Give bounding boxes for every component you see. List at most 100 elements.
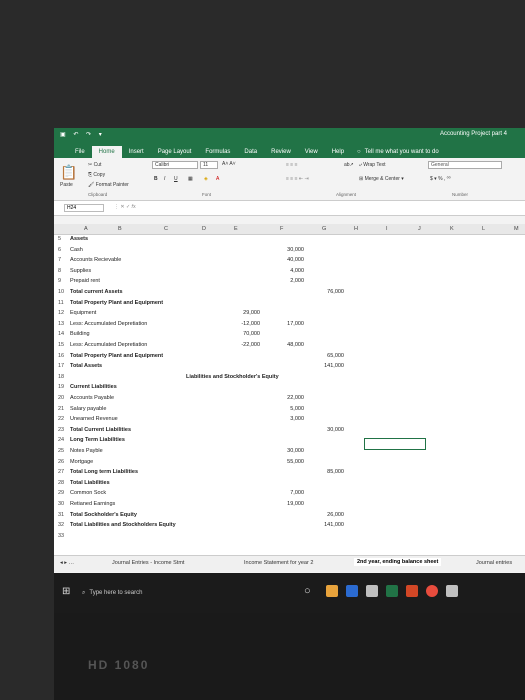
selected-cell-h24[interactable] xyxy=(364,438,426,450)
row-label[interactable]: Cash xyxy=(70,247,83,253)
format-painter-button[interactable]: 🖌 Format Painter xyxy=(88,182,129,188)
row-number[interactable]: 18 xyxy=(58,374,70,380)
row-label[interactable]: Total Long term Liabilities xyxy=(70,469,138,475)
cell-value-f[interactable]: 22,000 xyxy=(276,395,304,401)
font-grow-icon[interactable]: A˄ A˅ xyxy=(222,161,236,167)
column-header[interactable]: I xyxy=(386,226,388,232)
row-number[interactable]: 27 xyxy=(58,469,70,475)
row-number[interactable]: 12 xyxy=(58,310,70,316)
mail-icon[interactable] xyxy=(366,585,378,597)
underline-button[interactable]: U xyxy=(174,176,178,182)
cell-value-g[interactable]: 141,000 xyxy=(316,363,344,369)
tab-file[interactable]: File xyxy=(68,146,92,158)
row-label[interactable]: Prepaid rent xyxy=(70,278,100,284)
row-number[interactable]: 20 xyxy=(58,395,70,401)
cell-value-g[interactable]: 85,000 xyxy=(316,469,344,475)
cell-value-f[interactable]: 55,000 xyxy=(276,459,304,465)
row-label[interactable]: Total Current Liabilities xyxy=(70,427,131,433)
chrome-icon[interactable] xyxy=(426,585,438,597)
taskbar-search[interactable]: ⌕ Type here to search xyxy=(82,585,242,601)
column-header[interactable]: G xyxy=(322,226,326,232)
section-heading[interactable]: Liabilities and Stockholder's Equity xyxy=(186,374,279,380)
tab-insert[interactable]: Insert xyxy=(122,146,151,158)
row-label[interactable]: Assets xyxy=(70,236,88,242)
row-label[interactable]: Common Sock xyxy=(70,490,106,496)
row-label[interactable]: Retianed Earnings xyxy=(70,501,115,507)
row-number[interactable]: 19 xyxy=(58,384,70,390)
sheet-tab-journal-income[interactable]: Journal Entries - Income Stmt xyxy=(112,560,184,566)
italic-button[interactable]: I xyxy=(164,176,165,182)
fill-color-icon[interactable]: ◈ xyxy=(204,176,208,182)
tab-formulas[interactable]: Formulas xyxy=(198,146,237,158)
row-number[interactable]: 26 xyxy=(58,459,70,465)
tab-home[interactable]: Home xyxy=(91,146,122,158)
column-header[interactable]: F xyxy=(280,226,283,232)
row-label[interactable]: Total current Assets xyxy=(70,289,123,295)
row-number[interactable]: 13 xyxy=(58,321,70,327)
row-number[interactable]: 14 xyxy=(58,331,70,337)
row-label[interactable]: Unearned Revenue xyxy=(70,416,118,422)
column-header[interactable]: A xyxy=(84,226,88,232)
cell-value-f[interactable]: 19,000 xyxy=(276,501,304,507)
currency-icon[interactable]: $ ▾ % , ⁰⁰ xyxy=(430,176,451,182)
cell-value-f[interactable]: 4,000 xyxy=(276,268,304,274)
row-label[interactable]: Equipment xyxy=(70,310,96,316)
row-number[interactable]: 22 xyxy=(58,416,70,422)
row-label[interactable]: Supplies xyxy=(70,268,91,274)
row-number[interactable]: 30 xyxy=(58,501,70,507)
cell-value-e[interactable]: 70,000 xyxy=(232,331,260,337)
column-header[interactable]: M xyxy=(514,226,519,232)
quick-access-icons[interactable]: ▣ ↶ ↷ ▾ xyxy=(60,131,105,138)
row-label[interactable]: Long Term Liabilities xyxy=(70,437,125,443)
row-number[interactable]: 31 xyxy=(58,512,70,518)
cell-value-f[interactable]: 7,000 xyxy=(276,490,304,496)
merge-center-button[interactable]: ⊞ Merge & Center ▾ xyxy=(359,176,404,182)
row-label[interactable]: Total Sockholder's Equity xyxy=(70,512,137,518)
column-header[interactable]: C xyxy=(164,226,168,232)
cell-value-f[interactable]: 30,000 xyxy=(276,448,304,454)
paste-icon[interactable]: 📋 xyxy=(60,164,77,181)
tab-view[interactable]: View xyxy=(298,146,325,158)
row-number[interactable]: 24 xyxy=(58,437,70,443)
cell-value-f[interactable]: 2,000 xyxy=(276,278,304,284)
row-number[interactable]: 17 xyxy=(58,363,70,369)
row-number[interactable]: 15 xyxy=(58,342,70,348)
row-number[interactable]: 25 xyxy=(58,448,70,454)
sheet-tab-income-statement[interactable]: Income Statement for year 2 xyxy=(244,560,313,566)
tab-data[interactable]: Data xyxy=(237,146,264,158)
row-number[interactable]: 5 xyxy=(58,236,70,242)
cell-value-f[interactable]: 3,000 xyxy=(276,416,304,422)
orientation-icon[interactable]: ab↗ xyxy=(344,162,354,168)
row-number[interactable]: 6 xyxy=(58,247,70,253)
formula-buttons-icon[interactable]: ⋮ ✕ ✓ 𝑓x xyxy=(114,204,136,210)
cell-value-g[interactable]: 26,000 xyxy=(316,512,344,518)
cell-value-f[interactable]: 40,000 xyxy=(276,257,304,263)
font-name-select[interactable]: Calibri xyxy=(152,161,198,169)
cell-value-e[interactable]: 29,000 xyxy=(232,310,260,316)
column-header[interactable]: L xyxy=(482,226,485,232)
row-label[interactable]: Accounts Payable xyxy=(70,395,114,401)
row-number[interactable]: 33 xyxy=(58,533,70,539)
column-header[interactable]: B xyxy=(118,226,122,232)
row-number[interactable]: 9 xyxy=(58,278,70,284)
excel-icon[interactable] xyxy=(386,585,398,597)
copy-button[interactable]: ⎘ Copy xyxy=(88,172,105,178)
row-number[interactable]: 16 xyxy=(58,353,70,359)
cell-value-g[interactable]: 65,000 xyxy=(316,353,344,359)
cortana-icon[interactable]: ○ xyxy=(304,585,311,597)
column-header[interactable]: J xyxy=(418,226,421,232)
row-label[interactable]: Salary payable xyxy=(70,406,106,412)
cell-value-e[interactable]: -22,000 xyxy=(232,342,260,348)
powerpoint-icon[interactable] xyxy=(406,585,418,597)
row-number[interactable]: 10 xyxy=(58,289,70,295)
row-label[interactable]: Notes Payble xyxy=(70,448,103,454)
cell-value-g[interactable]: 76,000 xyxy=(316,289,344,295)
app-icon[interactable] xyxy=(446,585,458,597)
cell-value-f[interactable]: 48,000 xyxy=(276,342,304,348)
row-number[interactable]: 28 xyxy=(58,480,70,486)
tab-review[interactable]: Review xyxy=(264,146,298,158)
number-format-select[interactable]: General xyxy=(428,161,502,169)
row-number[interactable]: 8 xyxy=(58,268,70,274)
row-label[interactable]: Accounts Recievable xyxy=(70,257,121,263)
row-label[interactable]: Total Property Plant and Equipment xyxy=(70,353,163,359)
